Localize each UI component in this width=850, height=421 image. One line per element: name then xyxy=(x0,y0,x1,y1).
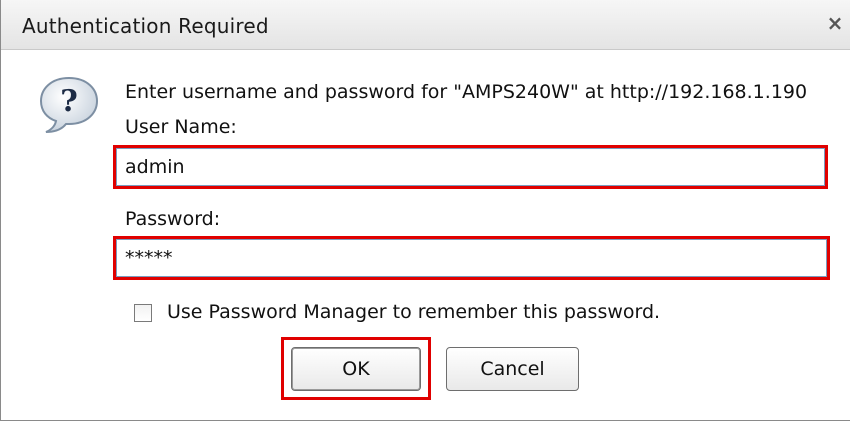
prompt-text: Enter username and password for "AMPS240… xyxy=(125,81,808,103)
question-icon: ? xyxy=(39,76,99,133)
cancel-button[interactable]: Cancel xyxy=(446,347,579,391)
svg-text:?: ? xyxy=(60,84,78,119)
password-value[interactable]: ***** xyxy=(116,239,827,277)
close-icon[interactable]: × xyxy=(825,11,845,35)
remember-password-checkbox[interactable] xyxy=(134,304,152,322)
authentication-dialog: Authentication Required × ? Enter userna… xyxy=(0,0,850,421)
password-field[interactable]: ***** xyxy=(113,236,830,280)
password-label: Password: xyxy=(125,208,221,230)
username-field[interactable]: admin xyxy=(113,145,828,189)
dialog-title: Authentication Required xyxy=(22,14,269,38)
username-value[interactable]: admin xyxy=(116,148,825,186)
remember-password-label[interactable]: Use Password Manager to remember this pa… xyxy=(167,301,660,323)
dialog-titlebar: Authentication Required × xyxy=(1,0,850,50)
ok-button[interactable]: OK xyxy=(291,347,421,391)
username-label: User Name: xyxy=(125,116,237,138)
